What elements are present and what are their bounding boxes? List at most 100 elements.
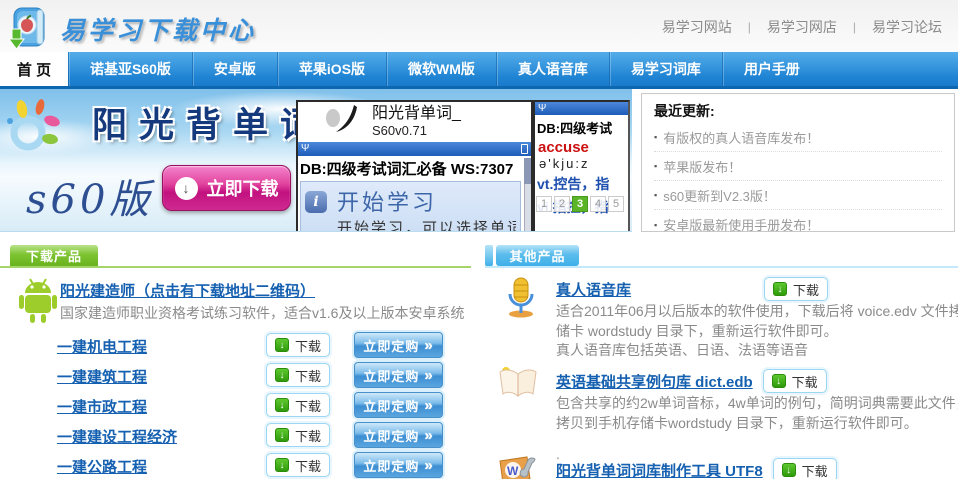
download-label: 下载 [295, 426, 321, 445]
update-item[interactable]: ▪ 安卓版最新使用手册发布！ [654, 210, 942, 239]
item-link-mechanical[interactable]: 一建机电工程 [57, 336, 147, 357]
download-label: 下载 [295, 336, 321, 355]
download-button[interactable]: ↓ 下载 [763, 369, 827, 393]
bullet-icon: ▪ [654, 220, 657, 230]
download-arrow-icon: ↓ [782, 463, 796, 477]
download-button[interactable]: ↓ 下载 [266, 423, 330, 447]
nav-item-home[interactable]: 首 页 [0, 52, 68, 86]
order-now-button[interactable]: 立即定购 » [354, 392, 443, 418]
download-button[interactable]: ↓ 下载 [266, 453, 330, 477]
nav-item-ios[interactable]: 苹果iOS版 [277, 52, 386, 86]
download-arrow-icon: ↓ [275, 368, 289, 382]
flower-logo-icon [2, 99, 64, 166]
main-nav: 首 页 诺基亚S60版 安卓版 苹果iOS版 微软WM版 真人语音库 易学习词库… [0, 52, 958, 89]
separator: | [853, 20, 856, 34]
download-row: 一建公路工程 ↓ 下载 立即定购 » [0, 452, 479, 479]
order-now-button[interactable]: 立即定购 » [354, 362, 443, 388]
download-arrow-icon: ↓ [275, 338, 289, 352]
bullet-icon: ▪ [654, 190, 657, 200]
update-item[interactable]: ▪ 有版权的真人语音库发布！ [654, 123, 942, 152]
nav-item-manual[interactable]: 用户手册 [722, 52, 821, 86]
word-entry: accuse [535, 139, 628, 156]
order-arrow-icon: » [424, 338, 433, 353]
signal-icon: Ψ [301, 144, 309, 154]
product-description: 国家建造师职业资格考试练习软件，适合v1.6及以上版本安卓系统 [60, 303, 464, 323]
download-button[interactable]: ↓ 下载 [266, 333, 330, 357]
tab-decoration [485, 245, 493, 266]
download-button[interactable]: ↓ 下载 [266, 393, 330, 417]
order-now-button[interactable]: 立即定购 » [354, 422, 443, 448]
download-button[interactable]: ↓ 下载 [764, 277, 828, 301]
page-dot-2[interactable]: 2 [554, 196, 570, 212]
page-dot-1[interactable]: 1 [536, 196, 552, 212]
book-icon [497, 364, 539, 407]
download-arrow-icon: ↓ [275, 458, 289, 472]
banner-subtitle: s60版 [26, 167, 153, 225]
divider [0, 266, 471, 268]
order-label: 立即定购 [363, 336, 419, 355]
page-dot-5[interactable]: 5 [608, 196, 624, 212]
backpack-download-icon [8, 3, 54, 55]
phone-screenshot-1: 阳光背单词_ S60v0.71 Ψ DB:四级考试词汇必备 WS:7307 i … [296, 100, 533, 232]
item-link-economics[interactable]: 一建建设工程经济 [57, 426, 177, 447]
header-links: 易学习网站 | 易学习网店 | 易学习论坛 [662, 17, 942, 37]
item-link-sentence-library[interactable]: 英语基础共享例句库 dict.edb [556, 371, 753, 392]
download-label: 下载 [792, 372, 818, 391]
order-label: 立即定购 [363, 396, 419, 415]
nav-item-wm[interactable]: 微软WM版 [386, 52, 496, 86]
description-line: 真人语音库包括英语、日语、法语等语音 [556, 341, 958, 361]
menu-subtitle: 开始学习，可以选择单词 [337, 217, 516, 232]
update-text: 有版权的真人语音库发布！ [663, 128, 819, 147]
item-link-highway[interactable]: 一建公路工程 [57, 456, 147, 477]
bullet-icon: ▪ [654, 161, 657, 171]
page-dot-4[interactable]: 4 [590, 196, 606, 212]
nav-item-android[interactable]: 安卓版 [192, 52, 277, 86]
link-shop[interactable]: 易学习网店 [767, 17, 837, 37]
update-item[interactable]: ▪ s60更新到V2.3版！ [654, 181, 942, 210]
site-logo[interactable]: 易学习下载中心 [8, 3, 256, 55]
update-item[interactable]: ▪ 苹果版发布！ [654, 152, 942, 181]
banner-row: 阳光背单词 s60版 ↓ 立即下载 阳光背单词_ S6 [0, 89, 958, 232]
other-product-header: 阳光背单词词库制作工具 UTF8 ↓ 下载 [556, 458, 837, 479]
description-line: 适合2011年06月以后版本的软件使用，下载后将 voice.edv 文件拷 [556, 302, 958, 322]
menu-text: 开始学习 开始学习，可以选择单词 [337, 185, 516, 232]
page-dot-3-active[interactable]: 3 [572, 196, 588, 212]
download-button[interactable]: ↓ 下载 [266, 363, 330, 387]
download-now-button[interactable]: ↓ 立即下载 [162, 165, 291, 211]
app-title: 阳光背单词_ [372, 105, 461, 123]
banner-title: 阳光背单词 [92, 97, 327, 148]
update-text: s60更新到V2.3版！ [663, 186, 776, 205]
link-forum[interactable]: 易学习论坛 [872, 17, 942, 37]
toolkit-icon: W [497, 455, 539, 479]
app-titles: 阳光背单词_ S60v0.71 [372, 105, 461, 138]
item-link-dict-maker-tool[interactable]: 阳光背单词词库制作工具 UTF8 [556, 460, 763, 479]
nav-item-voice-library[interactable]: 真人语音库 [496, 52, 609, 86]
tab-other-products[interactable]: 其他产品 [496, 245, 579, 266]
download-now-label: 立即下载 [207, 175, 279, 201]
item-link-municipal[interactable]: 一建市政工程 [57, 396, 147, 417]
link-main-site[interactable]: 易学习网站 [662, 17, 732, 37]
app-header: 阳光背单词_ S60v0.71 [298, 102, 531, 142]
product-link-sunshine-builder[interactable]: 阳光建造师（点击有下载地址二维码） [60, 280, 315, 301]
download-button[interactable]: ↓ 下载 [773, 458, 837, 479]
order-label: 立即定购 [363, 456, 419, 475]
order-arrow-icon: » [424, 368, 433, 383]
phone-screenshot-2: Ψ DB:四级考试 accuse ə'kju:z vt.控告，指 vi.指控，指… [533, 100, 630, 232]
battery-icon [521, 144, 528, 154]
info-icon: i [305, 191, 327, 213]
nav-item-nokia-s60[interactable]: 诺基亚S60版 [68, 52, 192, 86]
item-link-construction[interactable]: 一建建筑工程 [57, 366, 147, 387]
tab-download-products[interactable]: 下载产品 [10, 245, 98, 266]
menu-item-start-learning: i 开始学习 开始学习，可以选择单词 [300, 181, 521, 232]
download-label: 下载 [295, 366, 321, 385]
order-now-button[interactable]: 立即定购 » [354, 452, 443, 478]
download-row: 一建机电工程 ↓ 下载 立即定购 » [0, 332, 479, 360]
download-arrow-icon: ↓ [773, 282, 787, 296]
item-link-voice-library[interactable]: 真人语音库 [556, 279, 754, 300]
nav-item-word-library[interactable]: 易学习词库 [609, 52, 722, 86]
status-bar: Ψ [298, 142, 531, 156]
order-now-button[interactable]: 立即定购 » [354, 332, 443, 358]
description-line: 拷贝到手机存储卡wordstudy 目录下，重新运行软件即可。 [556, 414, 958, 434]
promo-banner[interactable]: 阳光背单词 s60版 ↓ 立即下载 阳光背单词_ S6 [0, 89, 632, 232]
order-arrow-icon: » [424, 398, 433, 413]
